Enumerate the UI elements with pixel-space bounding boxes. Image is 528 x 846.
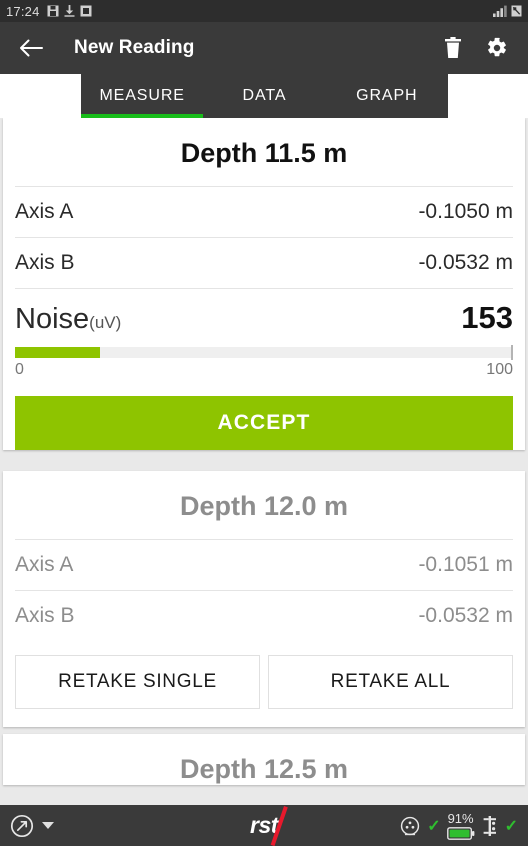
app-icon [80, 5, 92, 17]
retake-button-row: RETAKE SINGLE RETAKE ALL [15, 641, 513, 727]
axis-b-value: -0.0532 m [418, 251, 513, 275]
tab-data-label: DATA [243, 87, 287, 105]
axis-b-label: Axis B [15, 251, 75, 275]
tab-measure[interactable]: MEASURE [81, 74, 203, 118]
battery-percent: 91% [448, 812, 474, 825]
download-icon [64, 5, 75, 17]
tab-graph[interactable]: GRAPH [326, 74, 448, 118]
back-arrow-icon [19, 38, 43, 58]
tab-graph-label: GRAPH [356, 87, 417, 105]
probe-icon [399, 815, 421, 837]
battery-icon [447, 827, 475, 840]
noise-scale-max: 100 [486, 361, 513, 379]
noise-progress-bar [15, 347, 513, 358]
tab-strip: MEASURE DATA GRAPH [81, 74, 448, 118]
noise-scale-min: 0 [15, 361, 24, 379]
app-bar: New Reading [0, 22, 528, 74]
retake-all-button[interactable]: RETAKE ALL [268, 655, 513, 709]
sim-icon [511, 5, 522, 17]
noise-scale: 0 100 [15, 358, 513, 379]
tab-measure-label: MEASURE [99, 87, 184, 105]
previous-axis-a-value: -0.1051 m [418, 553, 513, 577]
tab-bar: MEASURE DATA GRAPH [0, 74, 528, 118]
noise-row: Noise(uV) 153 [15, 288, 513, 344]
axis-a-label: Axis A [15, 200, 73, 224]
expand-circle-icon[interactable] [10, 814, 34, 838]
back-button[interactable] [14, 31, 48, 65]
trash-icon [444, 37, 462, 59]
delete-button[interactable] [436, 31, 470, 65]
axis-b-row: Axis B -0.0532 m [15, 237, 513, 288]
cable-status-check: ✓ [505, 816, 518, 836]
previous-axis-b-label: Axis B [15, 604, 75, 628]
tab-data[interactable]: DATA [203, 74, 325, 118]
previous-axis-b-value: -0.0532 m [418, 604, 513, 628]
reading-list[interactable]: Depth 11.5 m Axis A -0.1050 m Axis B -0.… [0, 118, 528, 805]
noise-label: Noise [15, 303, 89, 335]
noise-progress-fill [15, 347, 100, 358]
next-depth-title: Depth 12.5 m [15, 734, 513, 785]
retake-single-button[interactable]: RETAKE SINGLE [15, 655, 260, 709]
previous-axis-b-row: Axis B -0.0532 m [15, 590, 513, 641]
cable-connector-icon [481, 814, 499, 838]
previous-depth-title: Depth 12.0 m [15, 471, 513, 539]
noise-value: 153 [461, 300, 513, 336]
settings-button[interactable] [480, 31, 514, 65]
brand-logo: rst [250, 812, 278, 839]
noise-label-group: Noise(uV) [15, 303, 121, 336]
axis-a-value: -0.1050 m [418, 200, 513, 224]
status-left-icons [47, 5, 92, 17]
noise-progress-endcap [511, 345, 513, 360]
bottom-status-icons: ✓ 91% ✓ [399, 812, 518, 840]
save-icon [47, 5, 59, 17]
page-title: New Reading [74, 37, 194, 59]
brand-logo-text: rst [250, 812, 278, 838]
app-screen: 17:24 [0, 0, 528, 846]
status-bar: 17:24 [0, 0, 528, 22]
bottom-left-controls [10, 814, 54, 838]
probe-status-check: ✓ [427, 816, 440, 836]
previous-axis-a-row: Axis A -0.1051 m [15, 539, 513, 590]
noise-unit: (uV) [89, 313, 121, 332]
status-time: 17:24 [6, 4, 40, 19]
accept-button[interactable]: ACCEPT [15, 396, 513, 450]
signal-icon [493, 5, 507, 17]
status-right-icons [493, 5, 522, 17]
axis-a-row: Axis A -0.1050 m [15, 186, 513, 237]
brand-slash-icon [271, 806, 288, 846]
reading-card-active: Depth 11.5 m Axis A -0.1050 m Axis B -0.… [3, 118, 525, 450]
battery-indicator: 91% [447, 812, 475, 840]
reading-card-previous: Depth 12.0 m Axis A -0.1051 m Axis B -0.… [3, 471, 525, 727]
previous-axis-a-label: Axis A [15, 553, 73, 577]
gear-icon [486, 37, 508, 59]
bottom-status-bar: rst ✓ 91% [0, 805, 528, 846]
caret-down-icon[interactable] [42, 822, 54, 829]
reading-depth-title: Depth 11.5 m [15, 118, 513, 186]
reading-card-next: Depth 12.5 m [3, 734, 525, 785]
